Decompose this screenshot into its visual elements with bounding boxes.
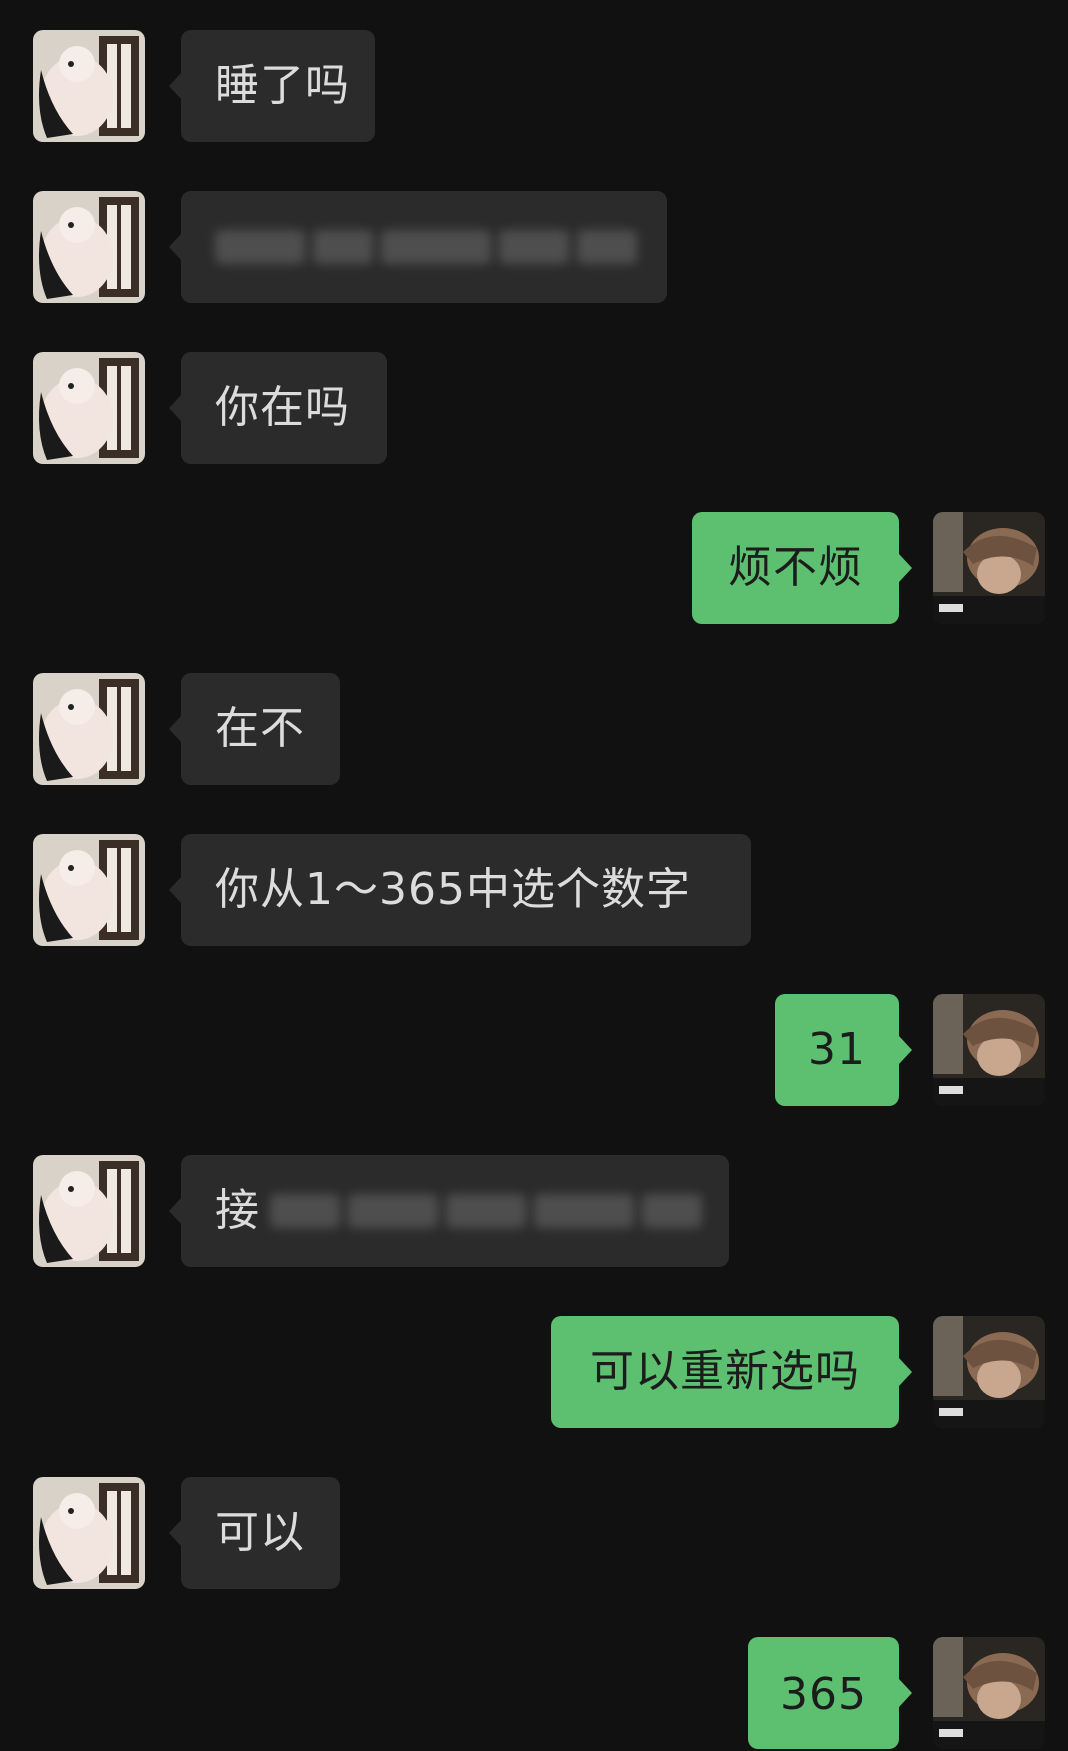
message-text: 你从1～365中选个数字 [215, 864, 691, 915]
message-bubble-blurred[interactable]: 接 [181, 1155, 729, 1267]
contact-avatar[interactable] [33, 30, 145, 142]
contact-avatar[interactable] [33, 352, 145, 464]
chat-conversation: 睡了吗 你在吗 烦不烦 在不 你从1～365中选个数字 31 接 可以重新选吗 … [0, 0, 1068, 1749]
message-row-incoming [0, 191, 1068, 305]
message-text: 31 [808, 1024, 866, 1075]
message-text: 在不 [215, 703, 305, 754]
message-row-incoming: 睡了吗 [0, 30, 1068, 144]
message-row-outgoing: 365 [0, 1637, 1068, 1751]
message-bubble[interactable]: 在不 [181, 673, 340, 785]
message-bubble[interactable]: 睡了吗 [181, 30, 375, 142]
message-row-incoming: 可以 [0, 1477, 1068, 1591]
contact-avatar[interactable] [33, 191, 145, 303]
bubble-tail [899, 1679, 912, 1707]
plush-toy-avatar-icon [33, 30, 145, 142]
message-row-incoming: 在不 [0, 673, 1068, 787]
contact-avatar[interactable] [33, 1155, 145, 1267]
message-row-outgoing: 31 [0, 994, 1068, 1108]
plush-toy-avatar-icon [33, 834, 145, 946]
bubble-tail [899, 1036, 912, 1064]
blurred-text [215, 230, 637, 264]
plush-toy-avatar-icon [33, 1155, 145, 1267]
message-text: 接 [215, 1185, 260, 1236]
person-avatar-icon [933, 1316, 1045, 1428]
person-avatar-icon [933, 1637, 1045, 1749]
message-row-outgoing: 可以重新选吗 [0, 1316, 1068, 1430]
message-bubble[interactable]: 可以 [181, 1477, 340, 1589]
message-bubble[interactable]: 365 [748, 1637, 899, 1749]
message-row-incoming: 你从1～365中选个数字 [0, 834, 1068, 948]
contact-avatar[interactable] [33, 673, 145, 785]
message-bubble[interactable]: 烦不烦 [692, 512, 899, 624]
message-row-incoming: 你在吗 [0, 352, 1068, 466]
bubble-tail [899, 554, 912, 582]
person-avatar-icon [933, 994, 1045, 1106]
plush-toy-avatar-icon [33, 191, 145, 303]
person-avatar-icon [933, 512, 1045, 624]
contact-avatar[interactable] [33, 834, 145, 946]
message-text: 365 [780, 1669, 867, 1720]
self-avatar[interactable] [933, 512, 1045, 624]
message-row-outgoing: 烦不烦 [0, 512, 1068, 626]
bubble-tail [899, 1358, 912, 1386]
message-text: 烦不烦 [728, 542, 863, 593]
message-bubble-blurred[interactable] [181, 191, 667, 303]
message-bubble[interactable]: 可以重新选吗 [551, 1316, 899, 1428]
message-bubble[interactable]: 31 [775, 994, 899, 1106]
self-avatar[interactable] [933, 1316, 1045, 1428]
blurred-text [270, 1194, 702, 1228]
plush-toy-avatar-icon [33, 673, 145, 785]
plush-toy-avatar-icon [33, 1477, 145, 1589]
message-bubble[interactable]: 你从1～365中选个数字 [181, 834, 751, 946]
message-text: 可以重新选吗 [590, 1346, 860, 1397]
message-text: 睡了吗 [215, 60, 350, 111]
message-text: 你在吗 [215, 382, 350, 433]
contact-avatar[interactable] [33, 1477, 145, 1589]
message-row-incoming: 接 [0, 1155, 1068, 1269]
message-bubble[interactable]: 你在吗 [181, 352, 387, 464]
self-avatar[interactable] [933, 1637, 1045, 1749]
self-avatar[interactable] [933, 994, 1045, 1106]
plush-toy-avatar-icon [33, 352, 145, 464]
message-text: 可以 [215, 1507, 305, 1558]
